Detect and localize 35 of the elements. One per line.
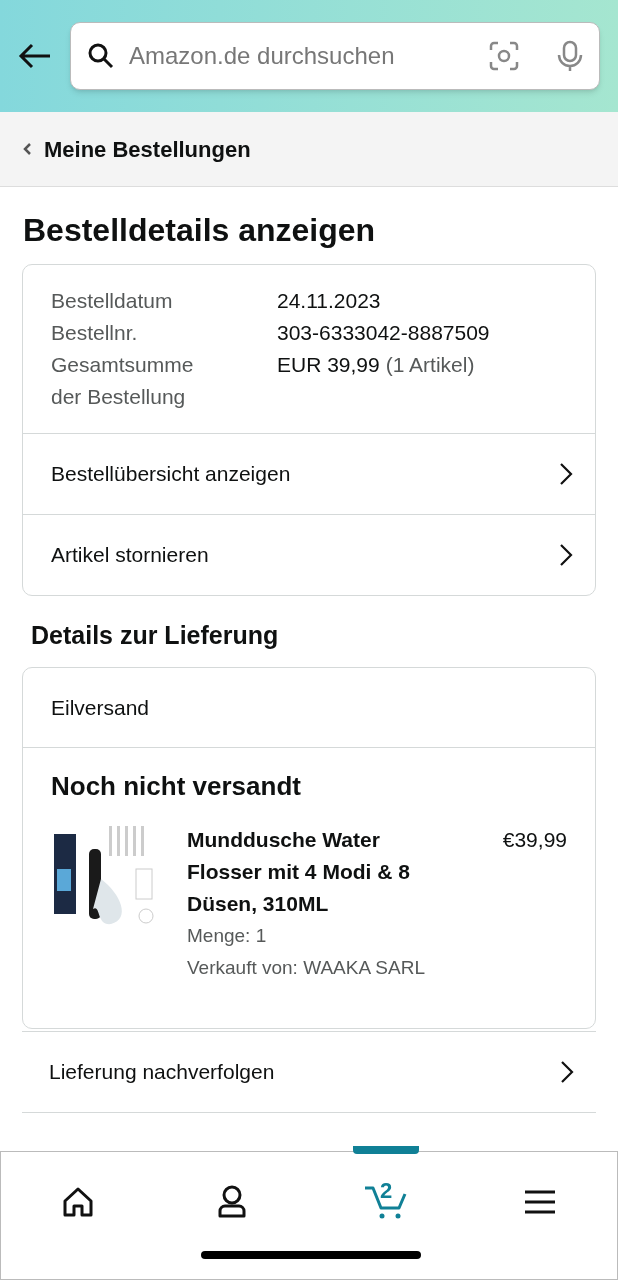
page-title: Bestelldetails anzeigen <box>23 211 377 249</box>
chevron-right-icon <box>559 543 573 567</box>
section-heading: Details zur Lieferung <box>31 620 280 651</box>
search-input[interactable]: Amazon.de durchsuchen <box>129 38 475 74</box>
chevron-right-icon <box>560 1060 574 1084</box>
quantity-text: Menge: 1 <box>187 924 268 948</box>
field-value: 24.11.2023 <box>277 288 381 314</box>
field-label: Bestellnr. <box>51 320 139 346</box>
microphone-icon[interactable] <box>557 40 583 72</box>
shipment-status: Noch nicht versandt <box>51 770 302 802</box>
chevron-left-icon <box>22 142 32 156</box>
person-icon[interactable] <box>217 1185 247 1219</box>
action-row[interactable]: Artikel stornieren <box>23 514 595 595</box>
field-value: EUR 39,99 <box>277 352 380 378</box>
chevron-right-icon <box>559 462 573 486</box>
field-label: Bestelldatum <box>51 288 174 314</box>
search-field[interactable]: Amazon.de durchsuchen <box>70 22 600 90</box>
search-icon <box>87 42 115 70</box>
cart-count: 2 <box>380 1177 393 1205</box>
breadcrumb-link[interactable]: Meine Bestellungen <box>22 132 251 166</box>
back-arrow-icon[interactable] <box>18 43 52 69</box>
item-count: (1 Artikel) <box>385 352 475 378</box>
shipping-method: Eilversand <box>51 694 150 721</box>
active-tab-indicator <box>353 1146 419 1154</box>
field-value: 303-6333042-8887509 <box>277 320 490 346</box>
product-price: €39,99 <box>502 827 567 853</box>
field-label: Gesamtsumme der Bestellung <box>51 352 195 410</box>
menu-icon[interactable] <box>525 1190 555 1214</box>
product-title-link[interactable]: Munddusche Water Flosser mit 4 Modi & 8 Düsen, 310ML <box>187 824 411 920</box>
camera-icon[interactable] <box>489 41 519 71</box>
home-icon[interactable] <box>62 1187 94 1217</box>
action-row[interactable]: Lieferung nachverfolgen <box>22 1031 596 1112</box>
cart-icon[interactable] <box>363 1184 409 1220</box>
seller-text: Verkauft von: WAAKA SARL <box>187 956 426 980</box>
action-row[interactable]: Bestellübersicht anzeigen <box>23 433 595 514</box>
